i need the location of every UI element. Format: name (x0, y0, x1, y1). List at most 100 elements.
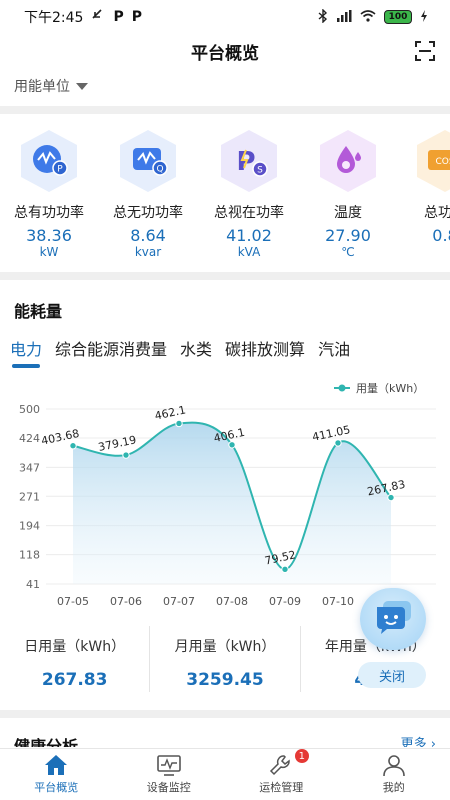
kpi-carousel[interactable]: P 总有功功率 38.36 kW Q 总无功功率 8.64 kvar P S 总… (0, 128, 450, 264)
user-icon (381, 753, 407, 777)
status-bar: 下午2:45 P P 100 (0, 0, 450, 34)
divider (0, 106, 450, 114)
kpi-unit: ℃ (341, 245, 355, 259)
data-point (334, 439, 342, 447)
svg-text:P: P (57, 165, 63, 175)
monthly-usage: 月用量（kWh） 3259.45 (150, 626, 301, 692)
signal-icon (336, 9, 352, 25)
page-title: 平台概览 (191, 43, 259, 64)
x-tick-label: 07-07 (163, 595, 195, 608)
y-tick-label: 194 (19, 520, 40, 533)
data-point (387, 493, 395, 502)
kpi-unit: kvar (134, 245, 162, 259)
kpi-label: 总视在功率 (214, 205, 284, 221)
parking-app-icon: P (113, 9, 124, 25)
nav-overview[interactable]: 平台概览 (0, 749, 113, 800)
kpi-label: 总有功功率 (14, 205, 84, 221)
x-tick-label: 07-05 (57, 595, 89, 608)
wrench-icon (268, 753, 294, 777)
x-tick-label: 07-08 (216, 595, 248, 608)
energy-line-chart: 403.68 379.19462.1406.179.52411.05267.83 … (19, 382, 436, 608)
mute-icon (91, 8, 105, 26)
y-tick-label: 347 (19, 461, 40, 474)
nav-profile[interactable]: 我的 (338, 749, 450, 800)
svg-text:Q: Q (156, 165, 163, 175)
kpi-value: 0.8 (432, 226, 450, 245)
home-icon (43, 753, 69, 777)
battery-indicator: 100 (384, 10, 412, 24)
active-power-icon: P (16, 128, 82, 194)
energy-section-title: 能耗量 (14, 302, 63, 321)
nav-maintenance[interactable]: 1 运检管理 (225, 749, 338, 800)
caret-down-icon (76, 82, 88, 90)
chat-float-button[interactable] (360, 588, 426, 650)
kpi-card[interactable]: 温度 27.90 ℃ (300, 128, 396, 259)
charging-icon (420, 9, 428, 25)
data-point (281, 565, 289, 574)
unit-selector-label: 用能单位 (14, 79, 70, 95)
nav-label: 设备监控 (146, 781, 191, 794)
kpi-label: 总无功功率 (113, 205, 183, 221)
reactive-power-icon: Q (115, 128, 181, 194)
tab-carbon[interactable]: 碳排放测算 (225, 336, 305, 366)
close-float-button[interactable]: 关闭 (358, 662, 426, 688)
nav-device-monitor[interactable]: 设备监控 (113, 749, 226, 800)
kpi-value: 27.90 (325, 226, 371, 245)
kpi-card[interactable]: COS 总功率 0.8 (397, 128, 450, 245)
app-header: 平台概览 (0, 34, 450, 68)
x-tick-label: 07-09 (269, 595, 301, 608)
status-time: 下午2:45 (24, 10, 84, 26)
notification-badge: 1 (294, 749, 309, 763)
kpi-unit: kVA (237, 245, 261, 259)
apparent-power-icon: P S (216, 128, 282, 194)
kpi-label: 总功率 (424, 205, 450, 221)
daily-usage-value: 267.83 (41, 670, 108, 690)
monthly-usage-value: 3259.45 (186, 670, 264, 690)
y-tick-label: 424 (19, 432, 40, 445)
divider (0, 272, 450, 280)
unit-selector[interactable]: 用能单位 (14, 76, 88, 96)
nav-label: 我的 (382, 781, 405, 794)
daily-usage: 日用量（kWh） 267.83 (0, 626, 151, 692)
monthly-usage-title: 月用量（kWh） (174, 639, 276, 655)
kpi-label: 温度 (334, 205, 362, 221)
legend-marker (338, 384, 346, 392)
bluetooth-icon (318, 7, 328, 26)
data-point (122, 451, 130, 459)
tab-water[interactable]: 水类 (180, 336, 212, 366)
chat-icon (373, 599, 413, 639)
y-tick-label: 271 (19, 490, 40, 503)
parking-app-icon-2: P (131, 9, 142, 25)
wifi-icon (360, 9, 376, 25)
tab-electricity[interactable]: 电力 (10, 336, 42, 368)
x-tick-label: 07-06 (110, 595, 142, 608)
tab-gasoline[interactable]: 汽油 (318, 336, 350, 366)
health-section-title: 健康分析 (14, 737, 79, 747)
energy-tabs: 电力 综合能源消费量 水类 碳排放测算 汽油 (10, 336, 350, 368)
data-point (228, 441, 236, 449)
y-tick-label: 118 (19, 549, 40, 562)
kpi-card[interactable]: P S 总视在功率 41.02 kVA (201, 128, 297, 259)
scan-icon[interactable] (414, 40, 436, 62)
data-point (175, 419, 183, 428)
kpi-card[interactable]: P 总有功功率 38.36 kW (1, 128, 97, 259)
y-tick-label: 41 (26, 578, 40, 591)
svg-text:COS: COS (435, 157, 450, 167)
kpi-card[interactable]: Q 总无功功率 8.64 kvar (100, 128, 196, 259)
kpi-value: 38.36 (26, 226, 72, 245)
data-point (69, 442, 77, 450)
bottom-nav: 平台概览 设备监控 1 运检管理 我的 (0, 748, 450, 800)
monitor-icon (156, 753, 182, 777)
kpi-value: 41.02 (226, 226, 272, 245)
kpi-value: 8.64 (130, 226, 166, 245)
divider (0, 710, 450, 718)
health-more-link[interactable]: 更多 › (401, 733, 436, 747)
tab-integrated-energy[interactable]: 综合能源消费量 (55, 336, 167, 366)
data-label: 462.1 (154, 403, 188, 422)
kpi-unit: kW (39, 245, 59, 259)
more-label: 更多 (400, 737, 427, 747)
chevron-right-icon: › (430, 737, 436, 747)
legend-label: 用量（kWh） (356, 382, 424, 395)
temperature-icon (315, 128, 381, 194)
nav-label: 运检管理 (259, 781, 304, 794)
